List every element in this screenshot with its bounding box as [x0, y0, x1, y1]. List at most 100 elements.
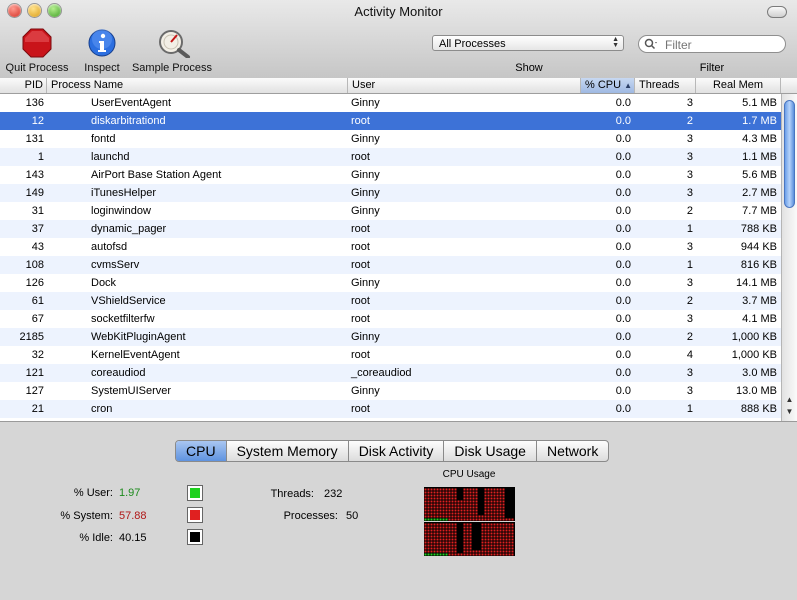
pid-cell: 149	[25, 187, 44, 199]
real-mem-cell: 2.7 MB	[742, 187, 777, 199]
system-color-swatch[interactable]	[187, 507, 203, 523]
cpu-cell: 0.0	[615, 187, 631, 199]
stop-sign-icon	[22, 28, 52, 58]
tab-disk-activity[interactable]: Disk Activity	[349, 441, 445, 461]
cpu-cell: 0.0	[615, 169, 631, 181]
pid-cell: 121	[25, 367, 44, 379]
process-name-cell: fontd	[91, 133, 116, 145]
table-row[interactable]: 121 coreaudiod _coreaudiod 0.0 3 3.0 MB	[0, 364, 781, 382]
processes-label: Processes:	[283, 510, 338, 522]
cpu-cell: 0.0	[615, 277, 631, 289]
table-row[interactable]: 143 AirPort Base Station Agent Ginny 0.0 3 5.…	[0, 166, 781, 184]
table-row[interactable]: 127 SystemUIServer Ginny 0.0 3 13.0 MB	[0, 382, 781, 400]
pid-cell: 108	[25, 259, 44, 271]
pid-cell: 2185	[19, 331, 44, 343]
column-header-process-name[interactable]: Process Name	[47, 78, 348, 93]
pid-cell: 126	[25, 277, 44, 289]
quit-process-button[interactable]: Quit Process	[2, 28, 72, 74]
sample-process-button[interactable]: Sample Process	[128, 28, 216, 74]
column-header-user[interactable]: User	[348, 78, 581, 93]
column-header-threads[interactable]: Threads	[635, 78, 696, 93]
process-name-cell: KernelEventAgent	[91, 349, 180, 361]
toolbar: Activity Monitor Quit Process Inspect Sa…	[0, 0, 797, 79]
quit-process-label: Quit Process	[5, 62, 69, 74]
column-header-cpu[interactable]: % CPU ▲	[581, 78, 635, 93]
filter-input[interactable]	[663, 37, 777, 53]
cpu-cell: 0.0	[615, 97, 631, 109]
idle-color-swatch[interactable]	[187, 529, 203, 545]
process-show-select[interactable]: All Processes ▲ ▼	[432, 35, 624, 51]
scrollbar-thumb[interactable]	[784, 100, 795, 208]
pid-cell: 1	[37, 151, 44, 163]
user-cell: root	[351, 313, 370, 325]
threads-cell: 2	[686, 115, 693, 127]
inspect-button[interactable]: Inspect	[77, 28, 127, 74]
table-header: PID Process Name User % CPU ▲ Threads Rea…	[0, 78, 797, 94]
real-mem-cell: 5.6 MB	[742, 169, 777, 181]
threads-cell: 2	[686, 331, 693, 343]
threads-cell: 3	[686, 169, 693, 181]
user-cell: Ginny	[351, 169, 380, 181]
user-cell: Ginny	[351, 187, 380, 199]
table-row[interactable]: 131 fontd Ginny 0.0 3 4.3 MB	[0, 130, 781, 148]
table-row[interactable]: 31 loginwindow Ginny 0.0 2 7.7 MB	[0, 202, 781, 220]
idle-percent-value: 40.15	[119, 532, 147, 544]
table-row[interactable]: 61 VShieldService root 0.0 2 3.7 MB	[0, 292, 781, 310]
processes-value: 50	[346, 510, 359, 522]
process-name-cell: cvmsServ	[91, 259, 140, 271]
user-cell: Ginny	[351, 133, 380, 145]
filter-search-field[interactable]	[638, 35, 786, 53]
tab-network[interactable]: Network	[537, 441, 608, 461]
tab-disk-usage[interactable]: Disk Usage	[444, 441, 537, 461]
column-header-real-mem[interactable]: Real Mem	[696, 78, 781, 93]
user-color-swatch[interactable]	[187, 485, 203, 501]
table-row[interactable]: 37 dynamic_pager root 0.0 1 788 KB	[0, 220, 781, 238]
threads-cell: 3	[686, 277, 693, 289]
scroll-up-arrow-icon[interactable]: ▲	[782, 394, 797, 405]
cpu-usage-title: CPU Usage	[442, 469, 496, 480]
process-name-cell: cron	[91, 403, 113, 415]
table-row[interactable]: 32 KernelEventAgent root 0.0 4 1,000 KB	[0, 346, 781, 364]
cpu-cell: 0.0	[615, 223, 631, 235]
show-label: Show	[515, 62, 543, 74]
pid-cell: 43	[31, 241, 44, 253]
user-percent-label: % User:	[73, 487, 113, 499]
pid-cell: 131	[25, 133, 44, 145]
sample-process-icon	[157, 28, 190, 59]
table-row[interactable]: 108 cvmsServ root 0.0 1 816 KB	[0, 256, 781, 274]
table-row[interactable]: 149 iTunesHelper Ginny 0.0 3 2.7 MB	[0, 184, 781, 202]
real-mem-cell: 5.1 MB	[742, 97, 777, 109]
process-table: 136 UserEventAgent Ginny 0.0 3 5.1 MB 12 diskar…	[0, 94, 781, 421]
table-row[interactable]: 2185 WebKitPluginAgent Ginny 0.0 2 1,000 KB	[0, 328, 781, 346]
vertical-scrollbar[interactable]: ▲ ▼	[781, 94, 797, 421]
tab-cpu[interactable]: CPU	[176, 441, 227, 461]
select-arrows-icon: ▲ ▼	[612, 36, 619, 49]
sort-ascending-icon: ▲	[624, 81, 632, 90]
scroll-down-arrow-icon[interactable]: ▼	[782, 406, 797, 417]
process-name-cell: WebKitPluginAgent	[91, 331, 186, 343]
user-cell: root	[351, 403, 370, 415]
table-row[interactable]: 21 cron root 0.0 1 888 KB	[0, 400, 781, 418]
table-row[interactable]: 136 UserEventAgent Ginny 0.0 3 5.1 MB	[0, 94, 781, 112]
process-name-cell: diskarbitrationd	[91, 115, 166, 127]
process-name-cell: autofsd	[91, 241, 128, 253]
user-percent-value: 1.97	[119, 487, 141, 499]
tab-system-memory[interactable]: System Memory	[227, 441, 349, 461]
table-row[interactable]: 12 diskarbitrationd root 0.0 2 1.7 MB	[0, 112, 781, 130]
real-mem-cell: 816 KB	[740, 259, 777, 271]
toolbar-toggle-button[interactable]	[767, 6, 787, 18]
real-mem-cell: 4.1 MB	[742, 313, 777, 325]
pid-cell: 37	[31, 223, 44, 235]
stats-tabs: CPU System Memory Disk Activity Disk Usa…	[175, 440, 610, 462]
table-row[interactable]: 1 launchd root 0.0 3 1.1 MB	[0, 148, 781, 166]
pid-cell: 12	[31, 115, 44, 127]
cpu-cell: 0.0	[615, 385, 631, 397]
table-row[interactable]: 67 socketfilterfw root 0.0 3 4.1 MB	[0, 310, 781, 328]
cpu-cell: 0.0	[615, 349, 631, 361]
table-row[interactable]: 43 autofsd root 0.0 3 944 KB	[0, 238, 781, 256]
real-mem-cell: 4.3 MB	[742, 133, 777, 145]
table-row[interactable]: 126 Dock Ginny 0.0 3 14.1 MB	[0, 274, 781, 292]
real-mem-cell: 3.0 MB	[742, 367, 777, 379]
column-header-pid[interactable]: PID	[0, 78, 47, 93]
panel-divider[interactable]	[0, 421, 797, 422]
